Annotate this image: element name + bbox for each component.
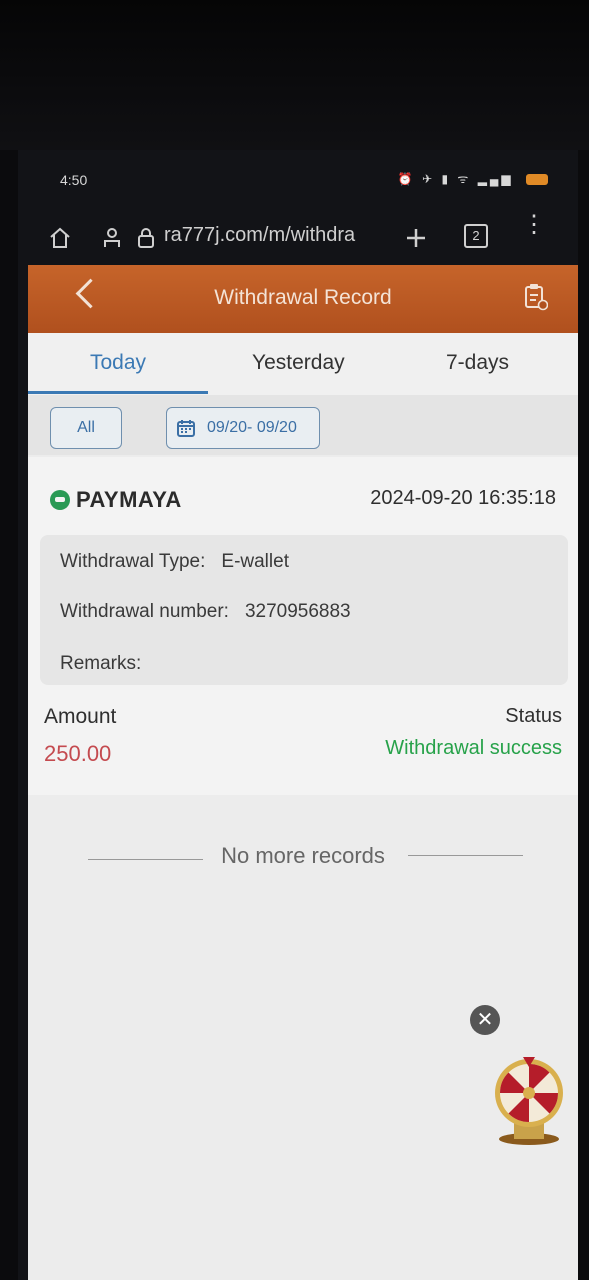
lucky-wheel-icon[interactable] <box>490 1055 568 1147</box>
browser-menu-icon[interactable]: ⋮ <box>522 213 546 237</box>
calendar-icon <box>177 420 195 437</box>
tab-today[interactable]: Today <box>90 351 146 375</box>
browser-toolbar: ra777j.com/m/withdra 2 ⋮ <box>18 210 578 265</box>
status-value: Withdrawal success <box>385 737 562 759</box>
new-tab-icon[interactable] <box>404 226 428 250</box>
url-bar[interactable]: ra777j.com/m/withdra <box>164 224 355 247</box>
status-bar: 4:50 ⏰ ✈ ▮ ᯤ ▂▄▆ <box>18 150 578 210</box>
withdrawal-type-label: Withdrawal Type: <box>60 551 206 572</box>
filter-row: All 09/20- 09/20 <box>28 395 578 455</box>
withdrawal-number-value: 3270956883 <box>244 601 351 622</box>
tab-switcher-button[interactable]: 2 <box>464 224 488 248</box>
withdrawal-record-card[interactable]: PAYMAYA 2024-09-20 16:35:18 Withdrawal T… <box>28 457 578 795</box>
page-header: Withdrawal Record <box>28 265 578 333</box>
phone-screen: 4:50 ⏰ ✈ ▮ ᯤ ▂▄▆ ra777j.com/m/withdra 2 … <box>18 150 578 1280</box>
active-tab-indicator <box>28 391 208 394</box>
divider-right <box>408 855 523 856</box>
withdrawal-type-row: Withdrawal Type: E-wallet <box>60 551 289 573</box>
date-range-button[interactable]: 09/20- 09/20 <box>166 407 320 449</box>
status-time: 4:50 <box>60 172 88 188</box>
record-datetime: 2024-09-20 16:35:18 <box>370 487 556 509</box>
tab-7-days[interactable]: 7-days <box>446 351 509 375</box>
withdrawal-number-label: Withdrawal number: <box>60 601 229 622</box>
amount-label: Amount <box>44 705 117 728</box>
withdrawal-type-value: E-wallet <box>221 551 289 572</box>
site-settings-icon[interactable] <box>100 226 124 250</box>
tab-yesterday[interactable]: Yesterday <box>252 351 345 375</box>
brand-name: PAYMAYA <box>76 487 182 512</box>
date-range-text: 09/20- 09/20 <box>207 419 297 436</box>
filter-all-button[interactable]: All <box>50 407 122 449</box>
home-icon[interactable] <box>48 226 72 250</box>
lock-icon <box>138 228 154 248</box>
no-more-records: No more records <box>221 843 385 868</box>
date-tabs: Today Yesterday 7-days <box>28 333 578 395</box>
record-clipboard-icon[interactable] <box>524 283 548 311</box>
status-label: Status <box>505 705 562 727</box>
close-float-icon[interactable]: ✕ <box>470 1005 500 1035</box>
record-details: Withdrawal Type: E-wallet Withdrawal numb… <box>40 535 568 685</box>
remarks-label: Remarks: <box>60 653 142 674</box>
page-title: Withdrawal Record <box>214 286 392 309</box>
phone-bezel <box>0 0 589 150</box>
amount-value: 250.00 <box>44 741 112 766</box>
paymaya-logo-icon <box>50 490 70 510</box>
payment-brand: PAYMAYA <box>50 487 182 513</box>
status-icons-text: ⏰ ✈ ▮ ᯤ ▂▄▆ <box>397 172 514 186</box>
status-icons: ⏰ ✈ ▮ ᯤ ▂▄▆ <box>398 170 548 187</box>
battery-icon <box>526 174 548 186</box>
withdrawal-number-row: Withdrawal number: 3270956883 <box>60 601 351 623</box>
remarks-row: Remarks: <box>60 653 157 675</box>
app-content: Withdrawal Record Today Yesterday 7-days… <box>28 265 578 1280</box>
